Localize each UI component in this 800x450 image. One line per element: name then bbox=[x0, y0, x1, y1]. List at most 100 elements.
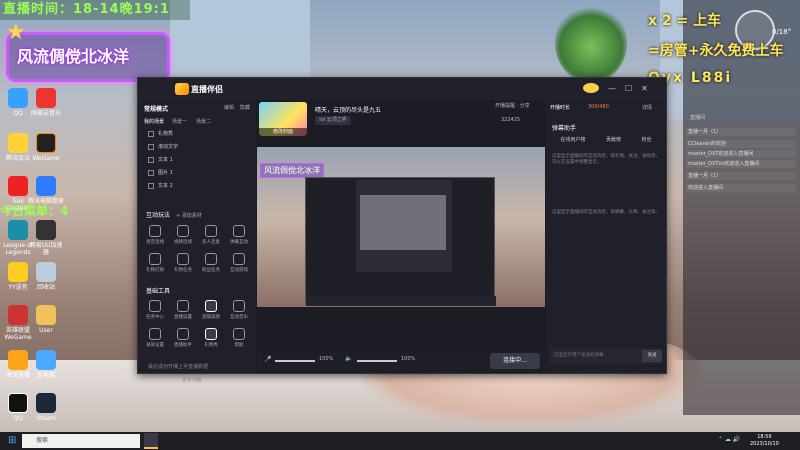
source-item[interactable]: 文本 2 bbox=[148, 182, 243, 191]
stream-time-ticker: 直播时间：18-14晚19:1 bbox=[0, 0, 190, 20]
hot-count: 300/480 bbox=[588, 104, 609, 110]
chat-header: 直播间 bbox=[690, 115, 706, 121]
tool-music[interactable]: 互动音乐 bbox=[226, 300, 252, 320]
preview-inner-image bbox=[360, 195, 446, 250]
detail-link[interactable]: 详情 bbox=[642, 104, 652, 111]
taskbar-app-icon[interactable] bbox=[144, 433, 158, 449]
tool-assistant[interactable]: 直播助手 bbox=[170, 328, 196, 348]
desktop-icon-steam[interactable]: Steam bbox=[28, 393, 64, 422]
mascot-image bbox=[555, 3, 627, 83]
chat-line: 直播一月（1） bbox=[686, 172, 796, 180]
send-button[interactable]: 发送 bbox=[642, 350, 662, 362]
star-icon: ★ bbox=[6, 20, 26, 45]
interact-section-title: 互动玩法 bbox=[146, 212, 171, 219]
preview-inner-bar bbox=[306, 296, 496, 306]
segment-online[interactable]: 在线用户榜 bbox=[560, 136, 585, 146]
danmu-segments: 在线用户榜 贡献榜 粉丝 bbox=[550, 136, 662, 146]
tab-edit[interactable]: 编辑 bbox=[224, 104, 234, 111]
source-item[interactable]: 文本 1 bbox=[148, 156, 243, 165]
close-button[interactable]: ✕ bbox=[641, 84, 648, 93]
maximize-button[interactable]: ☐ bbox=[625, 84, 632, 93]
tool-gift-task[interactable]: 礼物任务 bbox=[170, 253, 196, 273]
tool-gift-rank[interactable]: 礼物打榜 bbox=[142, 253, 168, 273]
edit-cover-button[interactable]: 修改封面 bbox=[259, 128, 307, 136]
streamer-name: 风流倜傥北冰洋 bbox=[17, 47, 130, 66]
taskbar-search[interactable]: 搜索 bbox=[22, 434, 140, 448]
mic-volume-slider[interactable] bbox=[275, 360, 315, 362]
tool-beauty[interactable]: 滤镜美颜 bbox=[198, 300, 224, 320]
desktop-icon-wegame[interactable]: WeGame bbox=[28, 133, 64, 162]
source-item[interactable]: 图片 1 bbox=[148, 169, 243, 178]
tool-video[interactable]: 视频连线 bbox=[170, 225, 196, 245]
preview-streamer-name: 风流倜傥北冰洋 bbox=[260, 163, 324, 178]
system-tray-icons[interactable]: ⌃ ☁ 🔊 bbox=[718, 436, 740, 443]
stream-main-area: 修改封面 晴天，云顶的尽头是九五 lol 云顶之弈 开播提醒 · 分享 3224… bbox=[257, 100, 545, 373]
chat-line: 直播一月（1） bbox=[686, 128, 796, 136]
tool-voice[interactable]: 语音连线 bbox=[142, 225, 168, 245]
overlay-line-1: x 2 = 上车 bbox=[648, 13, 722, 29]
tab-hide[interactable]: 隐藏 bbox=[240, 104, 250, 111]
tool-multi[interactable]: 多人连麦 bbox=[198, 225, 224, 245]
mode-select[interactable]: 常规模式 bbox=[144, 104, 168, 113]
preview-inner-window bbox=[356, 180, 452, 272]
scene-tab-0[interactable]: 我的场景 bbox=[144, 118, 164, 125]
danmu-pane: 开播时长 300/480 详情 弹幕助手 在线用户榜 贡献榜 粉丝 这里显示直播… bbox=[546, 100, 666, 373]
mic-volume-value: 100% bbox=[319, 356, 334, 362]
tool-task-center[interactable]: 任务中心 bbox=[142, 300, 168, 320]
add-source-button[interactable]: + 添加素材 bbox=[176, 212, 202, 219]
viewer-count: 322425 bbox=[501, 117, 521, 123]
audio-controls: 🎤 100% 🔈 100% 连接中... bbox=[257, 351, 545, 371]
scene-tab-2[interactable]: 场景二 bbox=[196, 118, 211, 125]
segment-fans[interactable]: 粉丝 bbox=[642, 136, 652, 146]
tool-help[interactable]: 帮助 bbox=[226, 328, 252, 348]
desktop-icon-netease-music[interactable]: 网易云音乐 bbox=[28, 88, 64, 117]
window-controls: — ☐ ✕ bbox=[583, 81, 663, 95]
tool-fan-task[interactable]: 粉丝任务 bbox=[198, 253, 224, 273]
tool-gift-show[interactable]: 礼物秀 bbox=[198, 328, 224, 348]
segment-contrib[interactable]: 贡献榜 bbox=[606, 136, 621, 146]
chat-line: master_DXTxx欢迎进入直播间 bbox=[686, 160, 796, 168]
chat-line: 欢迎进入直播间 bbox=[686, 184, 796, 192]
speaker-volume-slider[interactable] bbox=[357, 360, 397, 362]
avatar[interactable] bbox=[583, 83, 599, 93]
mic-icon[interactable]: 🎤 bbox=[264, 356, 271, 363]
scene-tab-1[interactable]: 场景一 bbox=[172, 118, 187, 125]
more-features-button[interactable]: 更多功能 bbox=[182, 376, 202, 383]
streamer-name-frame: 风流倜傥北冰洋 bbox=[6, 32, 170, 82]
tool-settings[interactable]: 直播设置 bbox=[170, 300, 196, 320]
live-companion-window: 直播伴侣 — ☐ ✕ 常规模式 编辑 隐藏 我的场景 场景一 场景二 礼物秀 滚… bbox=[137, 77, 667, 383]
danmu-tip-2: 这里显示直播间的互动消息，如弹幕、礼物、关注等。 bbox=[552, 210, 660, 215]
basic-section-title: 基础工具 bbox=[146, 288, 171, 295]
danmu-tip-1: 这里显示直播间的互动消息，如礼物、关注、进场等，可以在设置中调整显示。 bbox=[552, 154, 660, 165]
stream-title[interactable]: 晴天，云顶的尽头是九五 bbox=[315, 105, 381, 114]
share-row[interactable]: 开播提醒 · 分享 bbox=[495, 102, 530, 109]
desktop-icon-recycle-bin[interactable]: 回收站 bbox=[28, 262, 64, 291]
app-brand: 直播伴侣 bbox=[191, 85, 223, 94]
category-tag[interactable]: lol 云顶之弈 bbox=[315, 116, 351, 125]
today-menu-text: 今日菜单：4 bbox=[0, 204, 69, 218]
stream-preview[interactable]: 风流倜傥北冰洋 bbox=[257, 147, 545, 307]
chat-overlay-panel bbox=[683, 0, 800, 415]
source-item[interactable]: 礼物秀 bbox=[148, 130, 243, 139]
scene-panel: 常规模式 编辑 隐藏 我的场景 场景一 场景二 礼物秀 滚动文字 文本 1 图片… bbox=[138, 100, 256, 383]
tool-danmu[interactable]: 弹幕互动 bbox=[226, 225, 252, 245]
source-item[interactable]: 滚动文字 bbox=[148, 143, 243, 152]
tool-game[interactable]: 互动游戏 bbox=[226, 253, 252, 273]
desktop-icon-uu[interactable]: 网易UU加速器 bbox=[28, 220, 64, 256]
desktop-icon-this-pc[interactable]: 此电脑 bbox=[28, 350, 64, 379]
windows-start-icon[interactable]: ⊞ bbox=[8, 435, 16, 446]
speaker-icon[interactable]: 🔈 bbox=[345, 355, 352, 362]
status-bar-text: 最近成功开播上半直播数据 bbox=[148, 364, 209, 370]
desktop-icon-pc-manager[interactable]: 腾讯电脑管家 bbox=[28, 176, 64, 205]
go-live-button[interactable]: 连接中... bbox=[490, 353, 540, 369]
chat-line: CCleaner的欢迎 bbox=[686, 140, 796, 148]
desktop-icon-user[interactable]: User bbox=[28, 305, 64, 334]
minimize-button[interactable]: — bbox=[608, 84, 616, 93]
window-frame-decoration bbox=[683, 370, 800, 415]
tool-record[interactable]: 录屏设置 bbox=[142, 328, 168, 348]
weather-text: 0/18° bbox=[772, 28, 792, 36]
overlay-line-2: =房管+永久免费上车 bbox=[648, 43, 784, 59]
taskbar-clock[interactable]: 18:59 2023/10/10 bbox=[750, 434, 779, 448]
danmu-title: 弹幕助手 bbox=[552, 125, 577, 132]
app-logo-icon bbox=[175, 83, 189, 95]
